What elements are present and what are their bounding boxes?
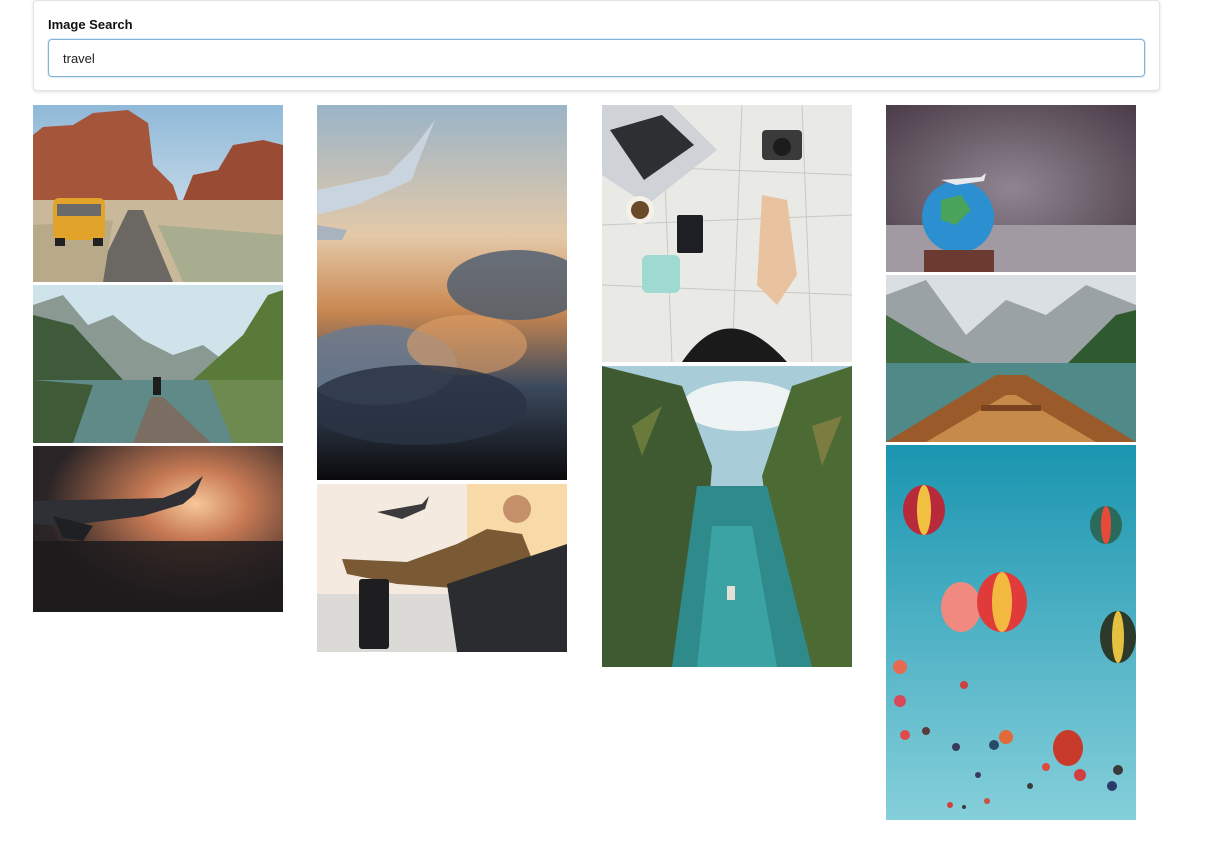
image-mountain-lake-boat[interactable] — [886, 275, 1136, 442]
image-lake-pier[interactable] — [33, 285, 283, 443]
search-input[interactable] — [48, 39, 1145, 77]
search-card: Image Search — [33, 0, 1160, 91]
image-hot-air-balloons[interactable] — [886, 445, 1136, 820]
image-tropical-river[interactable] — [602, 366, 852, 667]
image-globe-toy-plane[interactable] — [886, 105, 1136, 272]
image-plane-wing-sunset[interactable] — [33, 446, 283, 612]
search-label: Image Search — [48, 17, 133, 32]
image-airport-traveler[interactable] — [317, 484, 567, 652]
image-desert-van[interactable] — [33, 105, 283, 282]
image-map-flatlay[interactable] — [602, 105, 852, 362]
image-plane-wing-clouds[interactable] — [317, 105, 567, 480]
